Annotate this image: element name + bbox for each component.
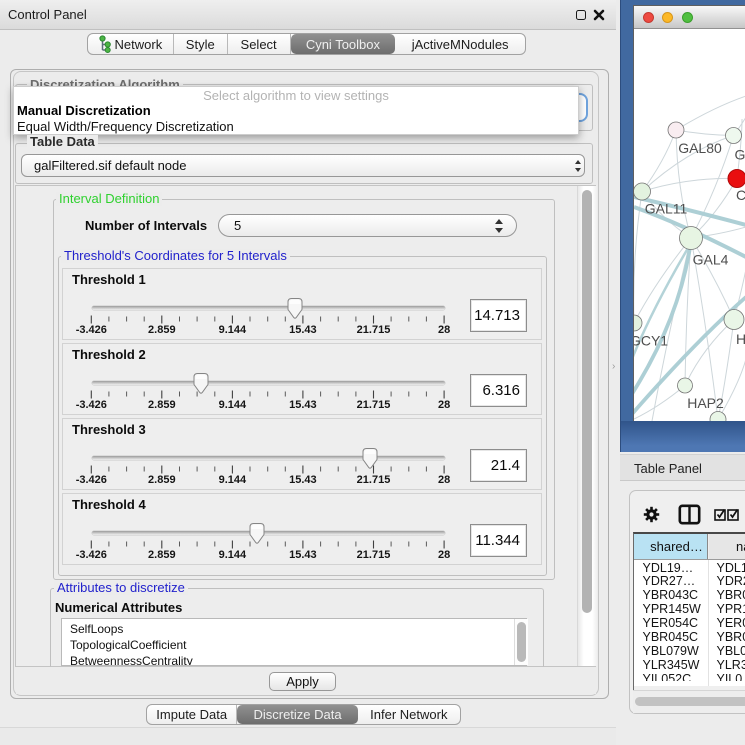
svg-text:H: H bbox=[736, 331, 745, 347]
svg-text:GAL11: GAL11 bbox=[645, 201, 688, 217]
svg-text:GAL80: GAL80 bbox=[678, 140, 722, 156]
svg-text:GA: GA bbox=[735, 147, 745, 163]
svg-text:HAP2: HAP2 bbox=[687, 395, 724, 411]
svg-text:GAL4: GAL4 bbox=[693, 252, 729, 268]
svg-text:GCY1: GCY1 bbox=[634, 333, 668, 349]
svg-text:C: C bbox=[736, 187, 745, 203]
